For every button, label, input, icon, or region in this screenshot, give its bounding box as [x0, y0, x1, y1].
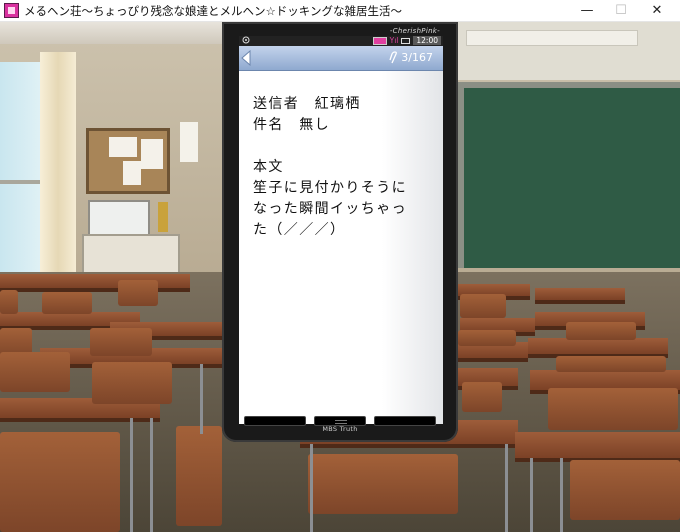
- desk: [515, 432, 680, 462]
- status-clock: 12:00: [413, 36, 441, 45]
- chair: [176, 426, 222, 526]
- notice-paper: [109, 137, 137, 157]
- board-light: [466, 30, 638, 46]
- body-label: 本文: [253, 159, 284, 175]
- wall-poster: [180, 122, 198, 162]
- phone-screen: 3/167 送信者 紅璃栖 件名 無し 本文 笙子に見付かりそうに なった瞬間イ…: [239, 46, 443, 424]
- settings-icon: [242, 36, 250, 44]
- chair: [548, 388, 678, 430]
- maximize-button[interactable]: ☐: [604, 0, 638, 22]
- corkboard: [86, 128, 170, 194]
- paperclip-icon: [389, 51, 397, 64]
- subject-line: 件名 無し: [253, 117, 330, 133]
- chair: [556, 356, 666, 372]
- title-bar: メるヘン荘～ちょっぴり残念な娘達とメルヘン☆ドッキングな雑居生活～ — ☐ ✕: [0, 0, 680, 22]
- desk-leg: [505, 444, 508, 532]
- mail-icon: [401, 38, 411, 44]
- app-icon: [4, 3, 19, 18]
- desk-leg: [560, 458, 563, 532]
- phone-top: -CherishPink-: [240, 22, 440, 35]
- window-title: メるヘン荘～ちょっぴり残念な娘達とメルヘン☆ドッキングな雑居生活～: [24, 4, 402, 18]
- close-button[interactable]: ✕: [640, 0, 674, 22]
- desk-leg: [130, 418, 133, 532]
- chair: [42, 292, 92, 314]
- chair: [458, 330, 516, 346]
- notice-paper: [141, 139, 163, 169]
- message-body[interactable]: 送信者 紅璃栖 件名 無し 本文 笙子に見付かりそうに なった瞬間イッちゃっ た…: [253, 94, 437, 241]
- chair: [462, 382, 502, 412]
- desk-leg: [200, 364, 203, 434]
- signal-icon: Yıl: [389, 36, 399, 45]
- body-line: た（／／／）: [253, 222, 346, 238]
- desk: [0, 274, 190, 292]
- trophy: [158, 202, 168, 232]
- desk-leg: [150, 418, 153, 532]
- desk: [535, 288, 625, 304]
- minimize-button[interactable]: —: [570, 0, 604, 22]
- chair: [570, 460, 680, 520]
- status-cluster: Yıl 12:00: [372, 36, 441, 46]
- body-line: なった瞬間イッちゃっ: [253, 201, 407, 217]
- notice-paper: [123, 161, 141, 185]
- sender-line: 送信者 紅璃栖: [253, 96, 361, 112]
- back-arrow-icon[interactable]: [241, 50, 251, 66]
- blackboard: [458, 82, 680, 268]
- phone-device: -CherishPink- Yıl 12:00 3/167 送信者 紅璃栖 件名 …: [222, 22, 458, 442]
- message-counter: 3/167: [401, 51, 433, 64]
- phone-brand: -CherishPink-: [389, 27, 440, 35]
- desk: [528, 338, 668, 358]
- body-line: 笙子に見付かりそうに: [253, 180, 407, 196]
- desk-leg: [530, 458, 533, 532]
- chair: [566, 322, 636, 340]
- phone-model-label: MBS Truth: [322, 425, 358, 433]
- chair: [92, 362, 172, 404]
- chair: [308, 454, 458, 514]
- message-header: 3/167: [239, 46, 443, 71]
- curtain: [40, 52, 76, 272]
- chair: [90, 328, 152, 356]
- chair: [0, 352, 70, 392]
- calendar-board: [88, 200, 150, 238]
- chair: [0, 290, 18, 314]
- desk-leg: [310, 444, 313, 532]
- battery-icon: [372, 37, 387, 45]
- chair: [460, 294, 506, 318]
- chair: [0, 432, 120, 532]
- phone-status-bar: Yıl 12:00: [239, 36, 443, 46]
- chair: [118, 280, 158, 306]
